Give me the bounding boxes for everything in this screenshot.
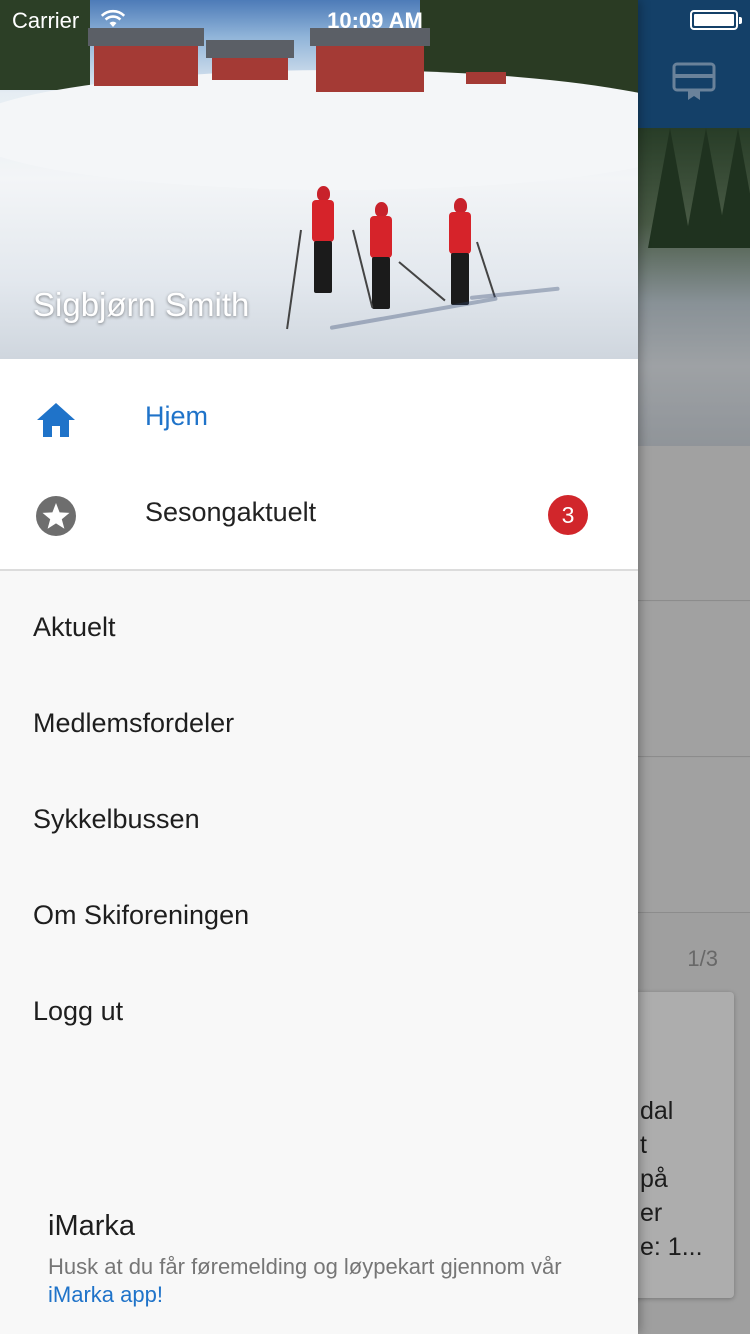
user-name: Sigbjørn Smith bbox=[33, 286, 250, 323]
navigation-drawer: Sigbjørn Smith Hjem Sesongaktuelt 3 Aktu… bbox=[0, 0, 638, 1334]
nav-item-aktuelt[interactable]: Aktuelt bbox=[0, 579, 638, 675]
red-house bbox=[88, 28, 204, 86]
imarka-app-link[interactable]: iMarka app! bbox=[48, 1282, 163, 1307]
notification-badge: 3 bbox=[548, 495, 588, 535]
nav-item-medlemsfordeler[interactable]: Medlemsfordeler bbox=[0, 675, 638, 771]
promo-text: Husk at du får føremelding og løypekart … bbox=[48, 1253, 608, 1309]
drawer-header: Sigbjørn Smith bbox=[0, 0, 638, 359]
home-icon bbox=[37, 403, 75, 437]
imarka-promo: iMarka Husk at du får føremelding og løy… bbox=[48, 1210, 608, 1309]
star-circle-icon bbox=[36, 496, 76, 536]
nav-item-hjem[interactable]: Hjem bbox=[0, 371, 638, 467]
nav-item-om-skiforeningen[interactable]: Om Skiforeningen bbox=[0, 867, 638, 963]
skier bbox=[310, 186, 336, 296]
secondary-nav: Aktuelt Medlemsfordeler Sykkelbussen Om … bbox=[0, 579, 638, 1059]
promo-body: Husk at du får føremelding og løypekart … bbox=[48, 1254, 562, 1279]
skier bbox=[447, 198, 473, 308]
primary-nav: Hjem Sesongaktuelt 3 bbox=[0, 359, 638, 571]
nav-item-sykkelbussen[interactable]: Sykkelbussen bbox=[0, 771, 638, 867]
clock: 10:09 AM bbox=[327, 8, 423, 33]
skier bbox=[368, 202, 394, 312]
promo-title: iMarka bbox=[48, 1210, 136, 1242]
red-house bbox=[466, 72, 506, 84]
nav-item-sesongaktuelt[interactable]: Sesongaktuelt 3 bbox=[0, 467, 638, 563]
red-house bbox=[310, 28, 430, 92]
battery-icon bbox=[690, 10, 742, 30]
nav-item-logg-ut[interactable]: Logg ut bbox=[0, 963, 638, 1059]
nav-item-label: Hjem bbox=[145, 401, 209, 431]
nav-item-label: Sesongaktuelt bbox=[145, 497, 317, 527]
red-house bbox=[206, 40, 294, 80]
status-bar: Carrier 10:09 AM bbox=[0, 0, 750, 40]
